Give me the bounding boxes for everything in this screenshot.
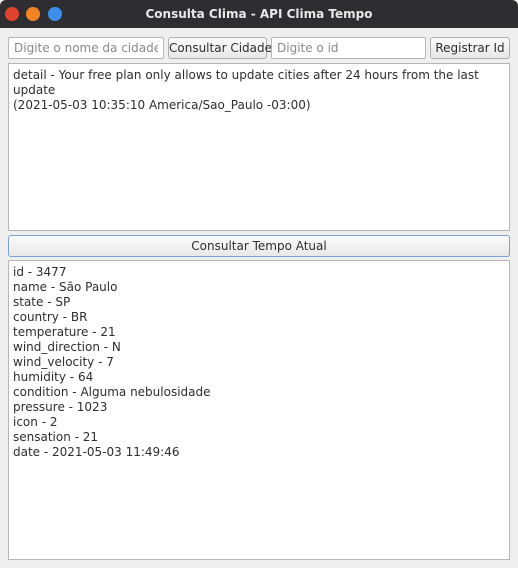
app-window: Consulta Clima - API Clima Tempo Consult…	[0, 0, 518, 568]
result-line: country - BR	[13, 310, 88, 324]
result-line: wind_velocity - 7	[13, 355, 114, 369]
city-name-input[interactable]	[8, 37, 164, 59]
result-line: humidity - 64	[13, 370, 94, 384]
register-id-button[interactable]: Registrar Id	[430, 37, 510, 59]
search-city-button[interactable]: Consultar Cidade	[168, 37, 272, 59]
result-line: pressure - 1023	[13, 400, 108, 414]
message-line: detail - Your free plan only allows to u…	[13, 68, 483, 97]
result-line: icon - 2	[13, 415, 58, 429]
result-line: condition - Alguma nebulosidade	[13, 385, 211, 399]
message-text-area[interactable]: detail - Your free plan only allows to u…	[8, 63, 510, 231]
id-input[interactable]	[271, 37, 426, 59]
result-line: temperature - 21	[13, 325, 116, 339]
result-line: date - 2021-05-03 11:49:46	[13, 445, 180, 459]
result-line: name - São Paulo	[13, 280, 118, 294]
result-line: state - SP	[13, 295, 71, 309]
window-title: Consulta Clima - API Clima Tempo	[145, 7, 373, 21]
result-text-area[interactable]: id - 3477 name - São Paulo state - SP co…	[8, 260, 510, 560]
result-line: wind_direction - N	[13, 340, 121, 354]
result-line: sensation - 21	[13, 430, 99, 444]
message-line: (2021-05-03 10:35:10 America/Sao_Paulo -…	[13, 98, 311, 112]
result-line: id - 3477	[13, 265, 67, 279]
title-bar: Consulta Clima - API Clima Tempo	[0, 0, 518, 28]
current-weather-button[interactable]: Consultar Tempo Atual	[8, 235, 510, 257]
